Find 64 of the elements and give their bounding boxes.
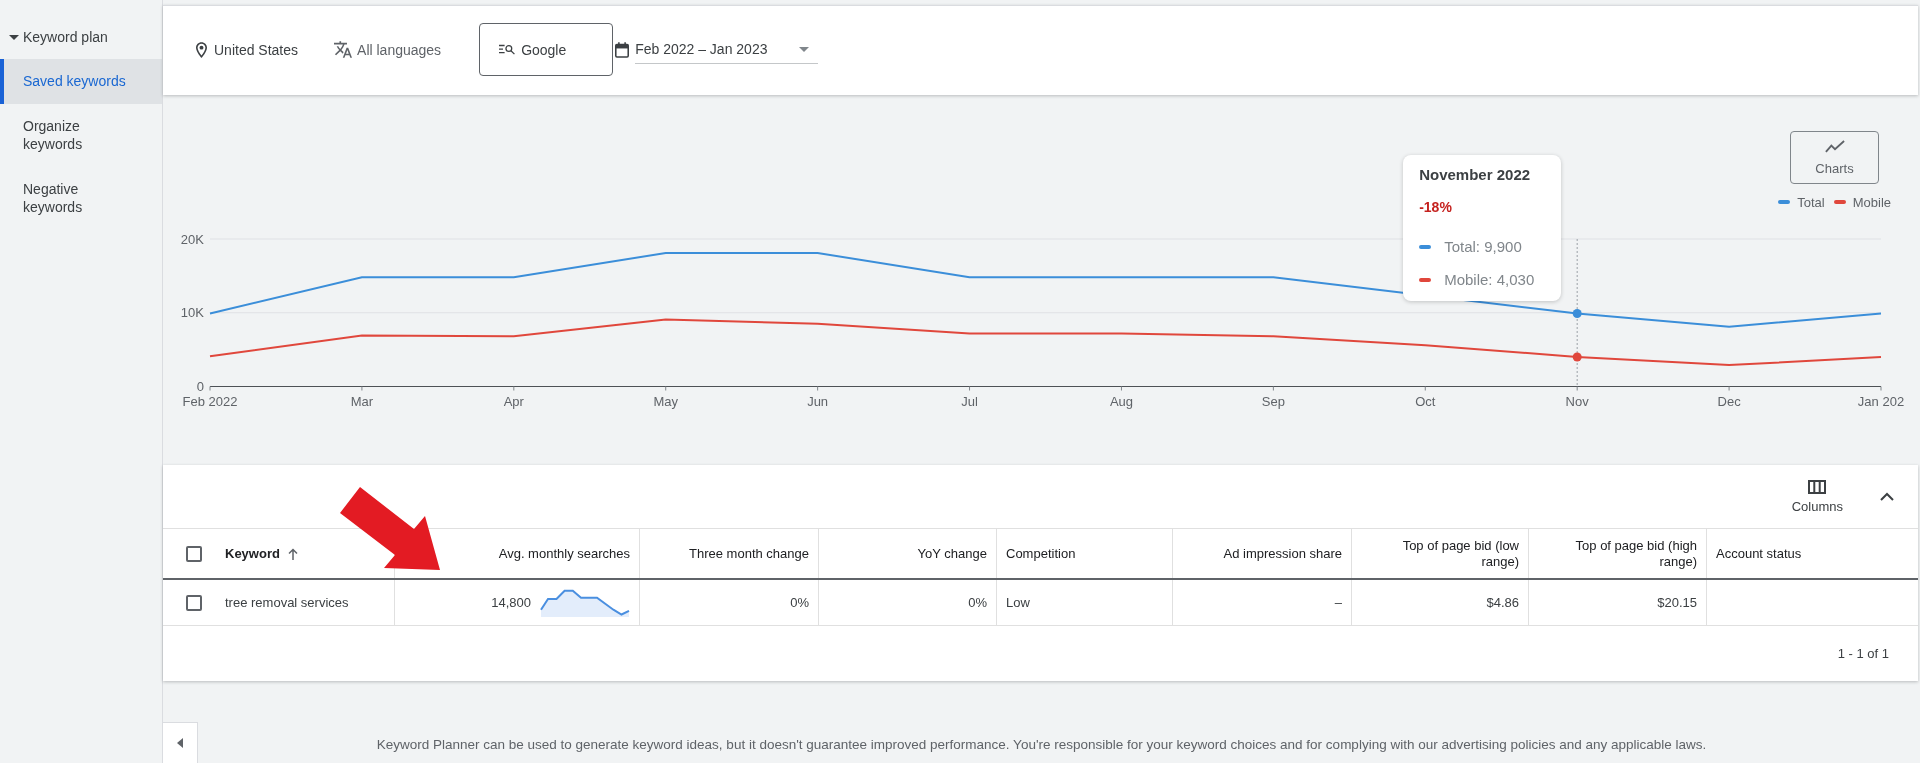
axis-label: Sep: [1261, 393, 1285, 409]
column-header[interactable]: Avg. monthly searches: [498, 545, 630, 562]
change-value: -18%: [1419, 198, 1453, 216]
axis-label: 0: [196, 379, 204, 394]
caret-left-icon: [177, 738, 183, 748]
search-list-icon: [499, 44, 516, 55]
table-cell: $20.15: [1657, 595, 1697, 610]
column-header[interactable]: Keyword: [225, 545, 298, 562]
axis-label: 10K: [180, 305, 204, 321]
sidebar-item[interactable]: Organize keywords: [0, 103, 162, 167]
sidebar-item[interactable]: Saved keywords: [0, 59, 162, 104]
tooltip-title: November 2022: [1419, 166, 1532, 184]
line-chart-icon: [1824, 139, 1845, 153]
column-header[interactable]: YoY change: [917, 545, 987, 562]
column-header[interactable]: Account status: [1716, 545, 1802, 562]
table-cell: 0%: [968, 595, 987, 610]
location-pin-icon: [196, 41, 207, 58]
table-cell: 0%: [790, 595, 809, 610]
axis-label: 20K: [180, 231, 204, 247]
column-header[interactable]: Top of page bid (low range): [1383, 537, 1519, 570]
calendar-icon: [615, 41, 630, 58]
arrow-up-icon: [287, 547, 298, 560]
table-cell: tree removal services: [225, 595, 349, 610]
table-cell: –: [1334, 595, 1342, 610]
axis-label: Jan 202: [1857, 393, 1905, 409]
axis-label: Apr: [503, 393, 524, 409]
axis-label: Jun: [807, 393, 829, 409]
axis-label: Feb 2022: [182, 393, 238, 409]
checkbox[interactable]: [186, 545, 202, 562]
network-filter[interactable]: Google: [479, 23, 614, 76]
axis-label: Dec: [1717, 393, 1741, 409]
table-cell: $4.86: [1486, 595, 1519, 610]
axis-label: Nov: [1565, 393, 1589, 409]
section-toggle[interactable]: Keyword plan: [0, 24, 108, 50]
column-header[interactable]: Ad impression share: [1223, 545, 1342, 562]
data-point: [1572, 309, 1582, 318]
axis-label: Jul: [961, 393, 978, 409]
caret-down-icon: [799, 46, 810, 52]
table-cell: Low: [1006, 595, 1030, 610]
column-header[interactable]: Top of page bid (high range): [1561, 537, 1697, 570]
sidebar-item[interactable]: Negative keywords: [0, 166, 162, 230]
charts-button[interactable]: Charts: [1790, 131, 1879, 184]
language-filter[interactable]: All languages: [334, 41, 442, 58]
columns-icon: [1808, 479, 1827, 494]
axis-label: Aug: [1109, 393, 1133, 409]
axis-label: May: [653, 393, 678, 409]
data-point: [1572, 352, 1582, 362]
tooltip-value: Mobile: 4,030: [1444, 270, 1535, 290]
sidebar-toggle-button[interactable]: [163, 722, 198, 763]
column-header[interactable]: Competition: [1006, 545, 1076, 562]
axis-label: Mar: [350, 393, 374, 409]
legend-label: Mobile: [1852, 194, 1891, 210]
translate-icon: [334, 41, 353, 58]
legend-label: Total: [1797, 194, 1825, 210]
checkbox[interactable]: [186, 594, 202, 611]
pagination-label: 1 - 1 of 1: [1837, 646, 1889, 661]
column-header[interactable]: Three month change: [689, 545, 809, 562]
date-range-dropdown[interactable]: Feb 2022 – Jan 2023: [635, 35, 819, 64]
location-filter[interactable]: United States: [196, 41, 299, 58]
disclaimer-text: Keyword Planner can be used to generate keyword ideas, but it doesn't guarantee improved performance. You're responsible for your keyword choices and for complying with our advertising policies and any applicable laws.: [375, 737, 1708, 754]
tooltip-value: Total: 9,900: [1444, 237, 1522, 257]
axis-label: Oct: [1415, 393, 1436, 409]
table-cell: 14,800: [491, 595, 531, 610]
columns-button[interactable]: Columns: [1783, 475, 1851, 518]
